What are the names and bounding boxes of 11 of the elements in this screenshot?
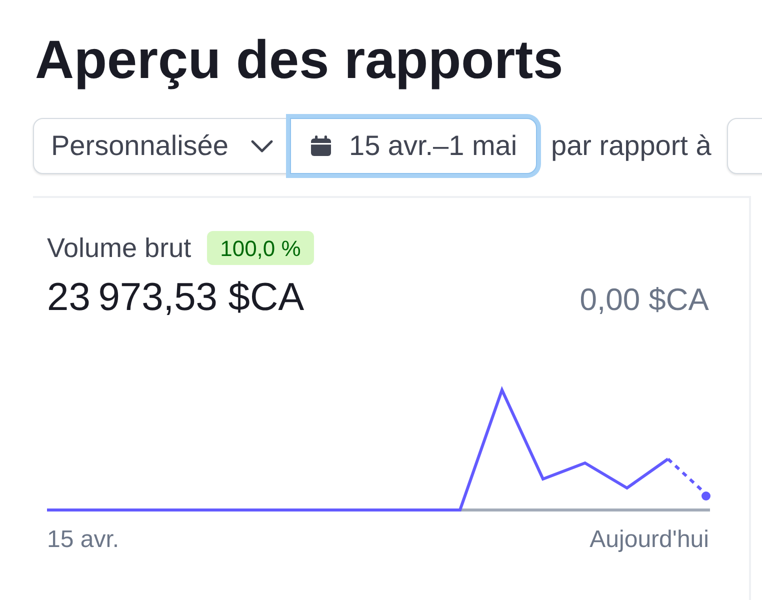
previous-value: 0,00 $CA [580, 280, 709, 318]
endpoint-dot-icon [702, 492, 710, 500]
axis-start-label: 15 avr. [47, 525, 120, 555]
axis-end-label: Aujourd'hui [590, 525, 709, 555]
metric-value: 23 973,53 $CA [47, 274, 304, 320]
calendar-icon [310, 135, 332, 157]
page-title: Aperçu des rapports [35, 30, 564, 90]
chevron-down-icon [251, 140, 273, 152]
change-badge: 100,0 % [207, 231, 314, 266]
metric-title: Volume brut [47, 232, 192, 265]
comparison-label: par rapport à [551, 129, 712, 163]
